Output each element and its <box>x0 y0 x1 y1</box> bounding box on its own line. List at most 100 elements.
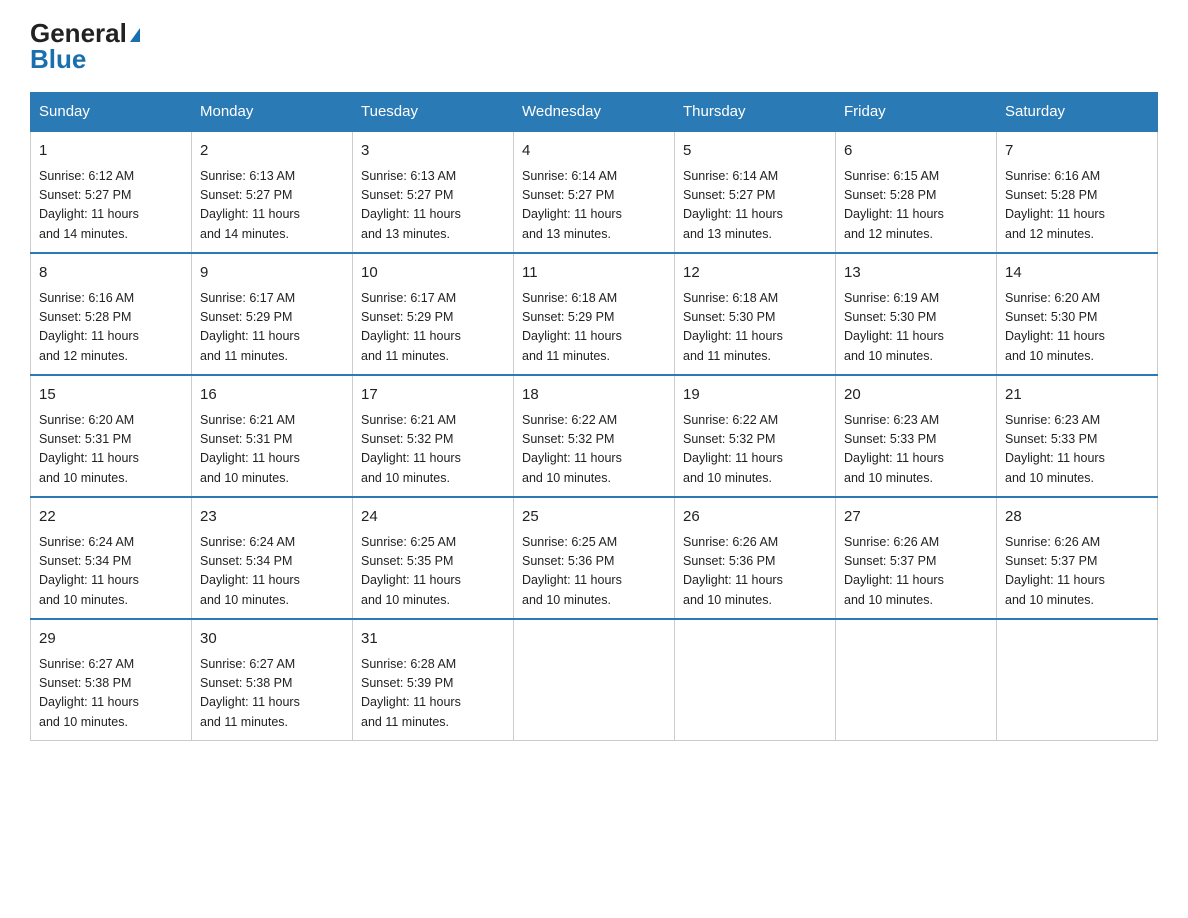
calendar-day-cell: 6Sunrise: 6:15 AM Sunset: 5:28 PM Daylig… <box>836 131 997 253</box>
calendar-week-row: 1Sunrise: 6:12 AM Sunset: 5:27 PM Daylig… <box>31 131 1158 253</box>
day-info: Sunrise: 6:18 AM Sunset: 5:30 PM Dayligh… <box>683 289 827 367</box>
calendar-day-cell: 27 Sunrise: 6:26 AM Sunset: 5:37 PM Dayli… <box>836 497 997 619</box>
header-thursday: Thursday <box>675 93 836 132</box>
calendar-day-cell <box>997 619 1158 741</box>
day-number: 3 <box>361 140 505 163</box>
calendar-day-cell <box>514 619 675 741</box>
day-number: 22 <box>39 506 183 529</box>
logo-general-text: General <box>30 20 127 46</box>
calendar-day-cell: 30 Sunrise: 6:27 AM Sunset: 5:38 PM Dayli… <box>192 619 353 741</box>
day-number: 10 <box>361 262 505 285</box>
calendar-day-cell: 10 Sunrise: 6:17 AM Sunset: 5:29 PM Dayli… <box>353 253 514 375</box>
day-number: 23 <box>200 506 344 529</box>
day-info: Sunrise: 6:26 AM Sunset: 5:36 PM Dayligh… <box>683 533 827 611</box>
day-number: 15 <box>39 384 183 407</box>
day-info: Sunrise: 6:13 AM Sunset: 5:27 PM Dayligh… <box>200 167 344 245</box>
calendar-day-cell: 3Sunrise: 6:13 AM Sunset: 5:27 PM Daylig… <box>353 131 514 253</box>
day-info: Sunrise: 6:17 AM Sunset: 5:29 PM Dayligh… <box>361 289 505 367</box>
day-number: 12 <box>683 262 827 285</box>
calendar-day-cell: 23 Sunrise: 6:24 AM Sunset: 5:34 PM Dayli… <box>192 497 353 619</box>
day-info: Sunrise: 6:25 AM Sunset: 5:36 PM Dayligh… <box>522 533 666 611</box>
calendar-day-cell: 22 Sunrise: 6:24 AM Sunset: 5:34 PM Dayli… <box>31 497 192 619</box>
calendar-day-cell: 21 Sunrise: 6:23 AM Sunset: 5:33 PM Dayli… <box>997 375 1158 497</box>
calendar-day-cell: 1Sunrise: 6:12 AM Sunset: 5:27 PM Daylig… <box>31 131 192 253</box>
calendar-week-row: 22 Sunrise: 6:24 AM Sunset: 5:34 PM Dayli… <box>31 497 1158 619</box>
calendar-day-cell: 7Sunrise: 6:16 AM Sunset: 5:28 PM Daylig… <box>997 131 1158 253</box>
day-number: 31 <box>361 628 505 651</box>
day-info: Sunrise: 6:25 AM Sunset: 5:35 PM Dayligh… <box>361 533 505 611</box>
day-info: Sunrise: 6:26 AM Sunset: 5:37 PM Dayligh… <box>1005 533 1149 611</box>
day-number: 9 <box>200 262 344 285</box>
day-info: Sunrise: 6:27 AM Sunset: 5:38 PM Dayligh… <box>200 655 344 733</box>
page-header: General Blue <box>30 20 1158 72</box>
calendar-week-row: 8Sunrise: 6:16 AM Sunset: 5:28 PM Daylig… <box>31 253 1158 375</box>
day-number: 29 <box>39 628 183 651</box>
day-number: 21 <box>1005 384 1149 407</box>
calendar-day-cell: 28 Sunrise: 6:26 AM Sunset: 5:37 PM Dayli… <box>997 497 1158 619</box>
calendar-day-cell: 18 Sunrise: 6:22 AM Sunset: 5:32 PM Dayli… <box>514 375 675 497</box>
day-info: Sunrise: 6:14 AM Sunset: 5:27 PM Dayligh… <box>683 167 827 245</box>
calendar-day-cell: 16Sunrise: 6:21 AM Sunset: 5:31 PM Dayli… <box>192 375 353 497</box>
calendar-week-row: 15 Sunrise: 6:20 AM Sunset: 5:31 PM Dayli… <box>31 375 1158 497</box>
day-number: 28 <box>1005 506 1149 529</box>
calendar-day-cell: 4 Sunrise: 6:14 AM Sunset: 5:27 PM Daylig… <box>514 131 675 253</box>
calendar-day-cell: 24 Sunrise: 6:25 AM Sunset: 5:35 PM Dayli… <box>353 497 514 619</box>
day-info: Sunrise: 6:23 AM Sunset: 5:33 PM Dayligh… <box>1005 411 1149 489</box>
calendar-table: SundayMondayTuesdayWednesdayThursdayFrid… <box>30 92 1158 741</box>
header-saturday: Saturday <box>997 93 1158 132</box>
day-info: Sunrise: 6:16 AM Sunset: 5:28 PM Dayligh… <box>39 289 183 367</box>
calendar-day-cell: 9 Sunrise: 6:17 AM Sunset: 5:29 PM Daylig… <box>192 253 353 375</box>
day-number: 4 <box>522 140 666 163</box>
day-number: 24 <box>361 506 505 529</box>
day-info: Sunrise: 6:20 AM Sunset: 5:31 PM Dayligh… <box>39 411 183 489</box>
calendar-day-cell: 29 Sunrise: 6:27 AM Sunset: 5:38 PM Dayli… <box>31 619 192 741</box>
day-number: 26 <box>683 506 827 529</box>
calendar-week-row: 29 Sunrise: 6:27 AM Sunset: 5:38 PM Dayli… <box>31 619 1158 741</box>
day-info: Sunrise: 6:23 AM Sunset: 5:33 PM Dayligh… <box>844 411 988 489</box>
day-number: 1 <box>39 140 183 163</box>
calendar-day-cell: 5 Sunrise: 6:14 AM Sunset: 5:27 PM Daylig… <box>675 131 836 253</box>
day-info: Sunrise: 6:22 AM Sunset: 5:32 PM Dayligh… <box>522 411 666 489</box>
calendar-day-cell: 2 Sunrise: 6:13 AM Sunset: 5:27 PM Daylig… <box>192 131 353 253</box>
header-tuesday: Tuesday <box>353 93 514 132</box>
day-number: 2 <box>200 140 344 163</box>
day-number: 14 <box>1005 262 1149 285</box>
calendar-day-cell <box>675 619 836 741</box>
calendar-day-cell: 11 Sunrise: 6:18 AM Sunset: 5:29 PM Dayli… <box>514 253 675 375</box>
day-info: Sunrise: 6:26 AM Sunset: 5:37 PM Dayligh… <box>844 533 988 611</box>
calendar-day-cell: 14 Sunrise: 6:20 AM Sunset: 5:30 PM Dayli… <box>997 253 1158 375</box>
day-info: Sunrise: 6:15 AM Sunset: 5:28 PM Dayligh… <box>844 167 988 245</box>
day-info: Sunrise: 6:24 AM Sunset: 5:34 PM Dayligh… <box>200 533 344 611</box>
day-number: 20 <box>844 384 988 407</box>
calendar-day-cell: 19Sunrise: 6:22 AM Sunset: 5:32 PM Dayli… <box>675 375 836 497</box>
day-number: 13 <box>844 262 988 285</box>
day-info: Sunrise: 6:28 AM Sunset: 5:39 PM Dayligh… <box>361 655 505 733</box>
day-number: 27 <box>844 506 988 529</box>
day-info: Sunrise: 6:14 AM Sunset: 5:27 PM Dayligh… <box>522 167 666 245</box>
day-info: Sunrise: 6:22 AM Sunset: 5:32 PM Dayligh… <box>683 411 827 489</box>
calendar-day-cell: 8Sunrise: 6:16 AM Sunset: 5:28 PM Daylig… <box>31 253 192 375</box>
day-number: 7 <box>1005 140 1149 163</box>
day-info: Sunrise: 6:27 AM Sunset: 5:38 PM Dayligh… <box>39 655 183 733</box>
day-info: Sunrise: 6:21 AM Sunset: 5:32 PM Dayligh… <box>361 411 505 489</box>
calendar-day-cell: 26 Sunrise: 6:26 AM Sunset: 5:36 PM Dayli… <box>675 497 836 619</box>
header-friday: Friday <box>836 93 997 132</box>
day-info: Sunrise: 6:20 AM Sunset: 5:30 PM Dayligh… <box>1005 289 1149 367</box>
logo-triangle-icon <box>130 28 140 42</box>
day-info: Sunrise: 6:18 AM Sunset: 5:29 PM Dayligh… <box>522 289 666 367</box>
day-number: 11 <box>522 262 666 285</box>
calendar-day-cell: 31 Sunrise: 6:28 AM Sunset: 5:39 PM Dayli… <box>353 619 514 741</box>
calendar-day-cell: 25 Sunrise: 6:25 AM Sunset: 5:36 PM Dayli… <box>514 497 675 619</box>
header-wednesday: Wednesday <box>514 93 675 132</box>
day-number: 25 <box>522 506 666 529</box>
day-info: Sunrise: 6:17 AM Sunset: 5:29 PM Dayligh… <box>200 289 344 367</box>
logo-blue-text: Blue <box>30 46 86 72</box>
header-sunday: Sunday <box>31 93 192 132</box>
day-number: 30 <box>200 628 344 651</box>
day-number: 16 <box>200 384 344 407</box>
day-info: Sunrise: 6:24 AM Sunset: 5:34 PM Dayligh… <box>39 533 183 611</box>
day-number: 18 <box>522 384 666 407</box>
day-number: 5 <box>683 140 827 163</box>
calendar-day-cell: 13Sunrise: 6:19 AM Sunset: 5:30 PM Dayli… <box>836 253 997 375</box>
calendar-day-cell <box>836 619 997 741</box>
